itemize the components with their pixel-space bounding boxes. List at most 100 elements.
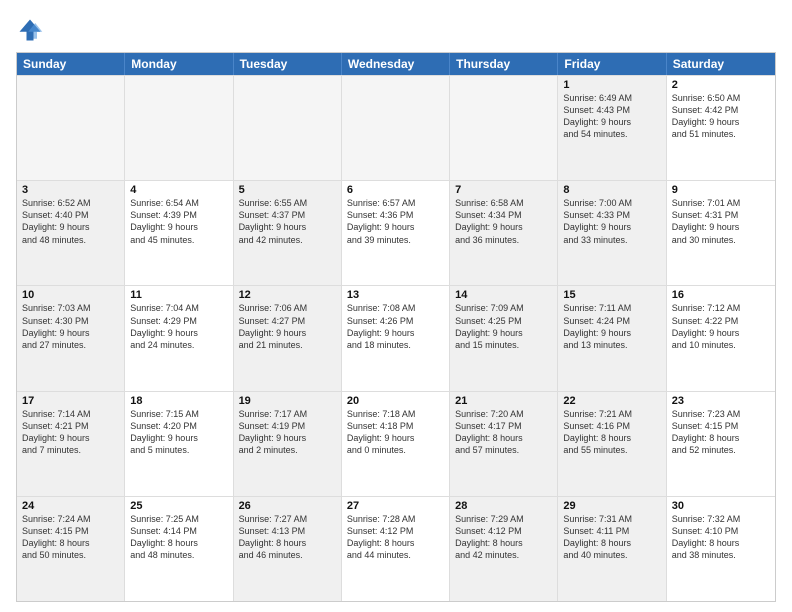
empty-cell-0-3: [342, 76, 450, 180]
day-number: 20: [347, 395, 444, 407]
day-info: Sunrise: 7:29 AM Sunset: 4:12 PM Dayligh…: [455, 513, 552, 562]
header-day-wednesday: Wednesday: [342, 53, 450, 75]
day-info: Sunrise: 7:31 AM Sunset: 4:11 PM Dayligh…: [563, 513, 660, 562]
empty-cell-0-1: [125, 76, 233, 180]
day-cell-1: 1Sunrise: 6:49 AM Sunset: 4:43 PM Daylig…: [558, 76, 666, 180]
day-info: Sunrise: 7:11 AM Sunset: 4:24 PM Dayligh…: [563, 302, 660, 351]
day-number: 6: [347, 184, 444, 196]
header: [16, 16, 776, 44]
day-number: 3: [22, 184, 119, 196]
day-number: 15: [563, 289, 660, 301]
day-cell-27: 27Sunrise: 7:28 AM Sunset: 4:12 PM Dayli…: [342, 497, 450, 601]
day-number: 21: [455, 395, 552, 407]
day-cell-13: 13Sunrise: 7:08 AM Sunset: 4:26 PM Dayli…: [342, 286, 450, 390]
day-info: Sunrise: 7:03 AM Sunset: 4:30 PM Dayligh…: [22, 302, 119, 351]
day-info: Sunrise: 7:09 AM Sunset: 4:25 PM Dayligh…: [455, 302, 552, 351]
day-cell-26: 26Sunrise: 7:27 AM Sunset: 4:13 PM Dayli…: [234, 497, 342, 601]
calendar-row-3: 17Sunrise: 7:14 AM Sunset: 4:21 PM Dayli…: [17, 391, 775, 496]
day-number: 5: [239, 184, 336, 196]
day-number: 4: [130, 184, 227, 196]
calendar-row-0: 1Sunrise: 6:49 AM Sunset: 4:43 PM Daylig…: [17, 75, 775, 180]
day-info: Sunrise: 7:18 AM Sunset: 4:18 PM Dayligh…: [347, 408, 444, 457]
header-day-sunday: Sunday: [17, 53, 125, 75]
day-info: Sunrise: 7:17 AM Sunset: 4:19 PM Dayligh…: [239, 408, 336, 457]
day-info: Sunrise: 7:20 AM Sunset: 4:17 PM Dayligh…: [455, 408, 552, 457]
day-cell-10: 10Sunrise: 7:03 AM Sunset: 4:30 PM Dayli…: [17, 286, 125, 390]
header-day-saturday: Saturday: [667, 53, 775, 75]
day-cell-28: 28Sunrise: 7:29 AM Sunset: 4:12 PM Dayli…: [450, 497, 558, 601]
day-cell-23: 23Sunrise: 7:23 AM Sunset: 4:15 PM Dayli…: [667, 392, 775, 496]
header-day-thursday: Thursday: [450, 53, 558, 75]
day-cell-12: 12Sunrise: 7:06 AM Sunset: 4:27 PM Dayli…: [234, 286, 342, 390]
day-number: 27: [347, 500, 444, 512]
calendar-body: 1Sunrise: 6:49 AM Sunset: 4:43 PM Daylig…: [17, 75, 775, 601]
day-cell-4: 4Sunrise: 6:54 AM Sunset: 4:39 PM Daylig…: [125, 181, 233, 285]
day-number: 17: [22, 395, 119, 407]
day-cell-20: 20Sunrise: 7:18 AM Sunset: 4:18 PM Dayli…: [342, 392, 450, 496]
day-number: 24: [22, 500, 119, 512]
day-info: Sunrise: 7:23 AM Sunset: 4:15 PM Dayligh…: [672, 408, 770, 457]
empty-cell-0-4: [450, 76, 558, 180]
day-info: Sunrise: 7:24 AM Sunset: 4:15 PM Dayligh…: [22, 513, 119, 562]
day-cell-24: 24Sunrise: 7:24 AM Sunset: 4:15 PM Dayli…: [17, 497, 125, 601]
day-cell-22: 22Sunrise: 7:21 AM Sunset: 4:16 PM Dayli…: [558, 392, 666, 496]
day-cell-6: 6Sunrise: 6:57 AM Sunset: 4:36 PM Daylig…: [342, 181, 450, 285]
day-info: Sunrise: 6:52 AM Sunset: 4:40 PM Dayligh…: [22, 197, 119, 246]
day-info: Sunrise: 7:06 AM Sunset: 4:27 PM Dayligh…: [239, 302, 336, 351]
day-number: 1: [563, 79, 660, 91]
day-number: 18: [130, 395, 227, 407]
logo-icon: [16, 16, 44, 44]
day-info: Sunrise: 7:14 AM Sunset: 4:21 PM Dayligh…: [22, 408, 119, 457]
day-cell-30: 30Sunrise: 7:32 AM Sunset: 4:10 PM Dayli…: [667, 497, 775, 601]
day-number: 26: [239, 500, 336, 512]
empty-cell-0-2: [234, 76, 342, 180]
header-day-monday: Monday: [125, 53, 233, 75]
day-info: Sunrise: 6:55 AM Sunset: 4:37 PM Dayligh…: [239, 197, 336, 246]
day-info: Sunrise: 6:49 AM Sunset: 4:43 PM Dayligh…: [563, 92, 660, 141]
day-cell-21: 21Sunrise: 7:20 AM Sunset: 4:17 PM Dayli…: [450, 392, 558, 496]
calendar-row-1: 3Sunrise: 6:52 AM Sunset: 4:40 PM Daylig…: [17, 180, 775, 285]
header-day-friday: Friday: [558, 53, 666, 75]
day-info: Sunrise: 7:28 AM Sunset: 4:12 PM Dayligh…: [347, 513, 444, 562]
day-number: 8: [563, 184, 660, 196]
day-number: 23: [672, 395, 770, 407]
day-info: Sunrise: 7:21 AM Sunset: 4:16 PM Dayligh…: [563, 408, 660, 457]
header-day-tuesday: Tuesday: [234, 53, 342, 75]
day-info: Sunrise: 7:25 AM Sunset: 4:14 PM Dayligh…: [130, 513, 227, 562]
day-cell-11: 11Sunrise: 7:04 AM Sunset: 4:29 PM Dayli…: [125, 286, 233, 390]
day-number: 10: [22, 289, 119, 301]
day-cell-15: 15Sunrise: 7:11 AM Sunset: 4:24 PM Dayli…: [558, 286, 666, 390]
day-cell-19: 19Sunrise: 7:17 AM Sunset: 4:19 PM Dayli…: [234, 392, 342, 496]
calendar-header: SundayMondayTuesdayWednesdayThursdayFrid…: [17, 53, 775, 75]
day-info: Sunrise: 6:58 AM Sunset: 4:34 PM Dayligh…: [455, 197, 552, 246]
day-number: 28: [455, 500, 552, 512]
day-number: 25: [130, 500, 227, 512]
day-number: 19: [239, 395, 336, 407]
day-info: Sunrise: 7:04 AM Sunset: 4:29 PM Dayligh…: [130, 302, 227, 351]
day-cell-9: 9Sunrise: 7:01 AM Sunset: 4:31 PM Daylig…: [667, 181, 775, 285]
day-number: 7: [455, 184, 552, 196]
day-number: 2: [672, 79, 770, 91]
day-number: 30: [672, 500, 770, 512]
day-cell-7: 7Sunrise: 6:58 AM Sunset: 4:34 PM Daylig…: [450, 181, 558, 285]
day-number: 22: [563, 395, 660, 407]
day-info: Sunrise: 7:01 AM Sunset: 4:31 PM Dayligh…: [672, 197, 770, 246]
day-number: 11: [130, 289, 227, 301]
day-info: Sunrise: 7:32 AM Sunset: 4:10 PM Dayligh…: [672, 513, 770, 562]
day-cell-17: 17Sunrise: 7:14 AM Sunset: 4:21 PM Dayli…: [17, 392, 125, 496]
page: SundayMondayTuesdayWednesdayThursdayFrid…: [0, 0, 792, 612]
day-info: Sunrise: 6:57 AM Sunset: 4:36 PM Dayligh…: [347, 197, 444, 246]
day-info: Sunrise: 7:27 AM Sunset: 4:13 PM Dayligh…: [239, 513, 336, 562]
day-number: 16: [672, 289, 770, 301]
day-cell-25: 25Sunrise: 7:25 AM Sunset: 4:14 PM Dayli…: [125, 497, 233, 601]
empty-cell-0-0: [17, 76, 125, 180]
day-cell-29: 29Sunrise: 7:31 AM Sunset: 4:11 PM Dayli…: [558, 497, 666, 601]
day-cell-5: 5Sunrise: 6:55 AM Sunset: 4:37 PM Daylig…: [234, 181, 342, 285]
day-number: 29: [563, 500, 660, 512]
day-info: Sunrise: 6:50 AM Sunset: 4:42 PM Dayligh…: [672, 92, 770, 141]
day-info: Sunrise: 7:08 AM Sunset: 4:26 PM Dayligh…: [347, 302, 444, 351]
day-cell-2: 2Sunrise: 6:50 AM Sunset: 4:42 PM Daylig…: [667, 76, 775, 180]
day-number: 9: [672, 184, 770, 196]
day-cell-8: 8Sunrise: 7:00 AM Sunset: 4:33 PM Daylig…: [558, 181, 666, 285]
day-info: Sunrise: 7:12 AM Sunset: 4:22 PM Dayligh…: [672, 302, 770, 351]
